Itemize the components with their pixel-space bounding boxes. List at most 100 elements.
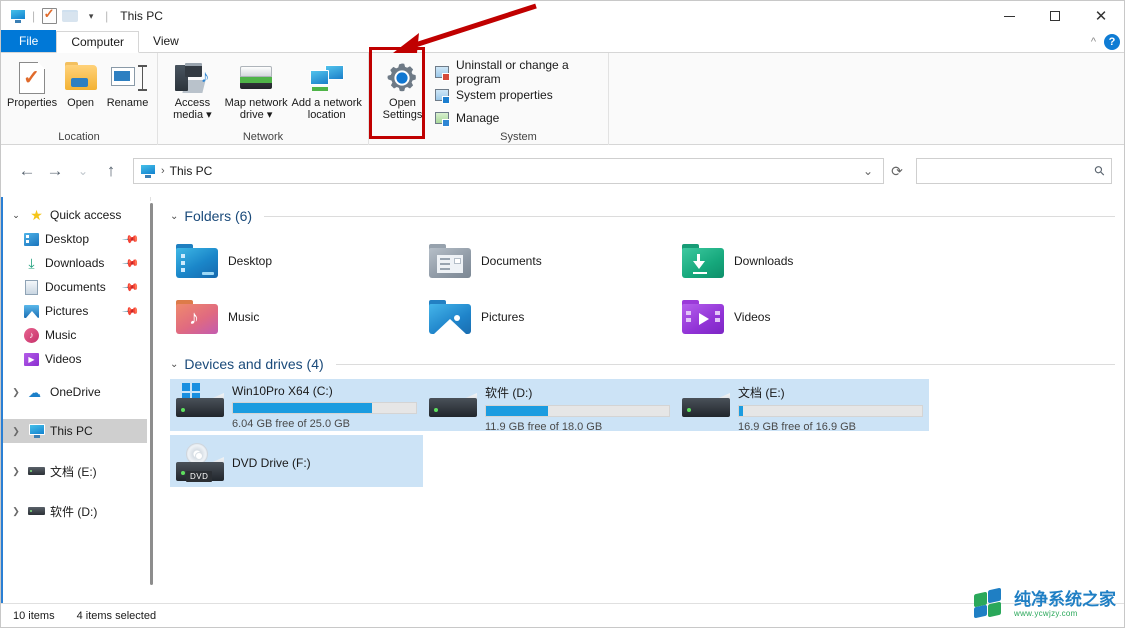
rename-label: Rename — [106, 97, 149, 109]
rename-icon — [110, 61, 147, 95]
maximize-button[interactable] — [1032, 1, 1078, 31]
pin-icon[interactable]: 📌 — [122, 230, 141, 248]
drive-tile-d[interactable]: 软件 (D:) 11.9 GB free of 18.0 GB — [423, 379, 676, 433]
folder-label-documents: Documents — [481, 254, 542, 268]
drive-tile-e[interactable]: 文档 (E:) 16.9 GB free of 16.9 GB — [676, 379, 929, 433]
pin-icon-4[interactable]: 📌 — [122, 302, 141, 320]
sidebar-item-onedrive[interactable]: ❯ ☁ OneDrive — [3, 380, 150, 404]
sidebar-item-pictures[interactable]: Pictures 📌 — [3, 299, 150, 323]
scrollbar-thumb[interactable] — [150, 203, 153, 585]
properties-icon[interactable] — [40, 6, 58, 25]
address-dropdown-icon[interactable]: ⌄ — [855, 159, 881, 183]
up-button[interactable]: ↑ — [97, 157, 125, 185]
navigation-scrollbar[interactable] — [147, 201, 157, 625]
folder-documents-icon — [429, 244, 471, 278]
system-commands: Uninstall or change a program System pro… — [426, 57, 602, 128]
this-pc-icon[interactable] — [9, 7, 27, 25]
forward-button[interactable]: → — [41, 157, 69, 185]
navigation-pane: ⌄ ★ Quick access Desktop 📌 ⤓ Downloads 📌… — [3, 197, 151, 603]
tab-file[interactable]: File — [1, 30, 57, 52]
sidebar-item-videos[interactable]: ▶ Videos — [3, 347, 150, 371]
minimize-button[interactable] — [986, 1, 1032, 31]
sidebar-item-music[interactable]: ♪ Music — [3, 323, 150, 347]
new-folder-icon[interactable] — [61, 7, 79, 25]
content-pane: ⌄ Folders (6) Desktop Documents Download… — [158, 197, 1123, 603]
sidebar-label-documents: Documents — [45, 280, 106, 294]
drive-label-c: Win10Pro X64 (C:) — [232, 384, 333, 398]
devices-group-header[interactable]: ⌄ Devices and drives (4) — [158, 353, 1123, 375]
customize-caret-icon[interactable]: ▾ — [82, 7, 100, 25]
add-network-location-button[interactable]: Add a network location — [291, 57, 362, 125]
access-media-label: Access media ▾ — [164, 97, 221, 121]
drive-label-f: DVD Drive (F:) — [232, 456, 311, 470]
chevron-right-icon-4[interactable]: ❯ — [9, 506, 23, 517]
chevron-right-icon-2[interactable]: ❯ — [9, 426, 23, 437]
folder-tile-desktop[interactable]: Desktop — [170, 233, 423, 289]
map-drive-text: Map network drive — [224, 97, 288, 121]
back-button[interactable]: ← — [13, 157, 41, 185]
refresh-button[interactable]: ⟳ — [884, 159, 910, 183]
folder-desktop-icon — [176, 244, 218, 278]
manage-command[interactable]: Manage — [430, 108, 596, 128]
sidebar-item-desktop[interactable]: Desktop 📌 — [3, 227, 150, 251]
chevron-down-icon[interactable]: ⌄ — [9, 210, 23, 221]
sidebar-item-documents[interactable]: Documents 📌 — [3, 275, 150, 299]
chevron-right-icon-3[interactable]: ❯ — [9, 466, 23, 477]
pin-icon-3[interactable]: 📌 — [122, 278, 141, 296]
sidebar-item-downloads[interactable]: ⤓ Downloads 📌 — [3, 251, 150, 275]
system-properties-label: System properties — [455, 88, 553, 102]
map-network-drive-button[interactable]: Map network drive ▾ — [221, 57, 292, 125]
map-network-drive-label: Map network drive ▾ — [221, 97, 292, 121]
open-button[interactable]: Open — [57, 57, 104, 125]
collapse-ribbon-icon[interactable]: ^ — [1091, 36, 1096, 48]
search-box[interactable]: ⚲ — [916, 158, 1112, 184]
tab-view[interactable]: View — [139, 30, 193, 52]
sidebar-item-quick-access[interactable]: ⌄ ★ Quick access — [3, 203, 150, 227]
map-network-drive-icon — [240, 61, 273, 95]
dropdown-caret-icon[interactable]: ▾ — [206, 109, 212, 121]
folder-tile-documents[interactable]: Documents — [423, 233, 676, 289]
breadcrumb[interactable]: › This PC — [140, 164, 855, 178]
chevron-down-icon-folders[interactable]: ⌄ — [170, 211, 178, 222]
rename-button[interactable]: Rename — [104, 57, 151, 125]
chevron-down-icon-devices[interactable]: ⌄ — [170, 359, 178, 370]
close-button[interactable]: ✕ — [1078, 1, 1124, 31]
drive-tile-f[interactable]: DVD DVD Drive (F:) — [170, 435, 423, 487]
uninstall-program-label: Uninstall or change a program — [455, 58, 569, 86]
drive-tile-c[interactable]: Win10Pro X64 (C:) 6.04 GB free of 25.0 G… — [170, 379, 423, 431]
system-properties-command[interactable]: System properties — [430, 85, 596, 105]
drive-usage-fill-d — [486, 406, 549, 416]
desktop-icon — [23, 231, 40, 247]
ribbon-group-system: Open Settings Uninstall or change a progr… — [369, 53, 609, 145]
folder-tile-music[interactable]: ♪ Music — [170, 289, 423, 345]
folder-tile-pictures[interactable]: Pictures — [423, 289, 676, 345]
folder-tile-videos[interactable]: Videos — [676, 289, 929, 345]
folders-group-header[interactable]: ⌄ Folders (6) — [158, 205, 1123, 227]
watermark-url: www.ycwjzy.com — [1014, 608, 1078, 618]
folder-tile-downloads[interactable]: Downloads — [676, 233, 929, 289]
sidebar-item-drive-d[interactable]: ❯ 软件 (D:) — [3, 499, 150, 523]
search-input[interactable] — [923, 163, 1096, 179]
star-icon: ★ — [30, 207, 43, 223]
manage-label: Manage — [455, 111, 500, 125]
breadcrumb-item-this-pc[interactable]: This PC — [170, 164, 213, 178]
chevron-right-icon[interactable]: ❯ — [9, 387, 23, 398]
tab-computer[interactable]: Computer — [56, 31, 140, 53]
add-network-location-icon — [309, 61, 344, 95]
drive-icon-d — [28, 503, 45, 519]
address-field[interactable]: › This PC ⌄ — [133, 158, 884, 184]
sidebar-item-drive-e[interactable]: ❯ 文档 (E:) — [3, 459, 150, 483]
dropdown-caret-icon-2[interactable]: ▾ — [267, 109, 273, 121]
pin-icon-2[interactable]: 📌 — [122, 254, 141, 272]
properties-button[interactable]: Properties — [7, 57, 57, 125]
open-folder-icon — [64, 61, 97, 95]
window-title: This PC — [120, 9, 163, 23]
status-bar: 10 items 4 items selected — [1, 603, 1124, 627]
recent-locations-button[interactable]: ⌄ — [69, 157, 97, 185]
uninstall-program-command[interactable]: Uninstall or change a program — [430, 58, 596, 86]
sidebar-item-this-pc[interactable]: ❯ This PC — [3, 419, 150, 443]
access-media-button[interactable]: ♪ Access media ▾ — [164, 57, 221, 125]
open-settings-button[interactable]: Open Settings — [379, 57, 426, 125]
help-icon[interactable]: ? — [1104, 34, 1120, 50]
drive-label-e: 文档 (E:) — [738, 386, 785, 400]
